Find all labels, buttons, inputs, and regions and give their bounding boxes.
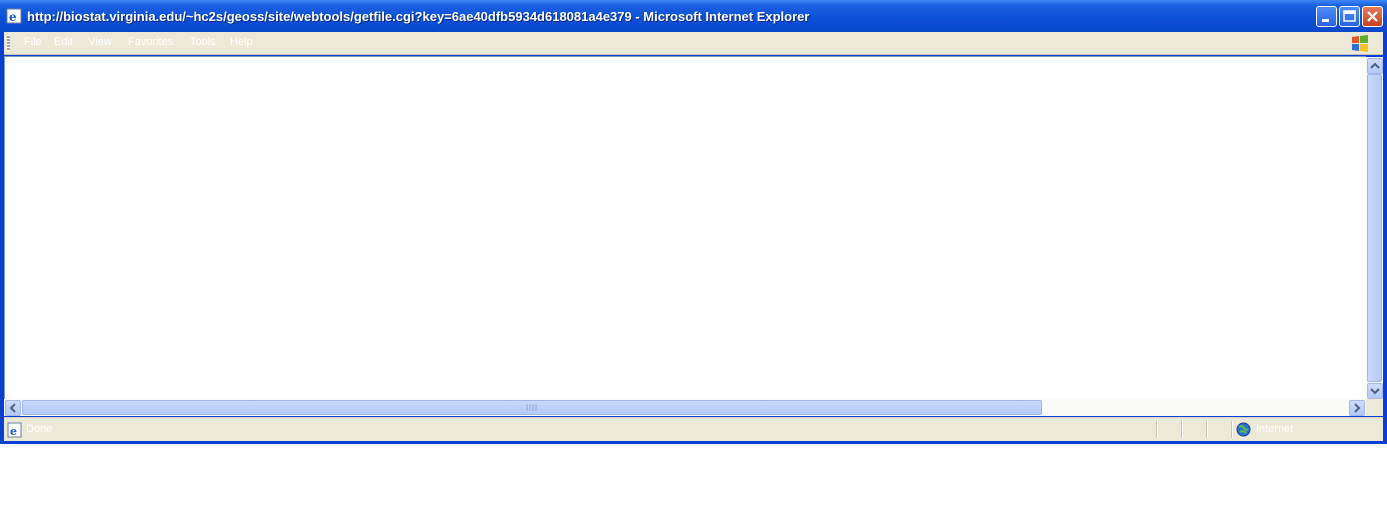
toolbar-grip[interactable] [7,35,10,51]
arrow-down-icon [1370,388,1380,395]
vertical-scrollbar[interactable] [1366,57,1383,399]
minimize-icon [1322,19,1329,22]
arrow-up-icon [1370,62,1380,69]
status-separator [1231,421,1233,438]
page-done-icon: e [7,422,22,438]
svg-text:e: e [10,425,17,438]
vertical-scroll-thumb[interactable] [1367,74,1382,382]
internet-globe-icon [1236,422,1251,437]
arrow-left-icon [9,403,16,413]
security-zone-text: Internet [1256,423,1294,435]
status-separator [1181,421,1183,438]
horizontal-scrollbar[interactable] [4,399,1366,416]
windows-logo-area [1343,32,1379,54]
svg-text:e: e [9,10,17,24]
status-separator [1156,421,1158,438]
windows-flag-icon [1352,35,1368,52]
menu-edit[interactable]: Edit [54,36,73,48]
close-icon [1367,11,1378,22]
scroll-up-button[interactable] [1367,58,1383,74]
status-bar: e Done Internet [4,417,1383,441]
scroll-left-button[interactable] [5,400,21,416]
horizontal-scroll-thumb[interactable] [22,400,1042,415]
minimize-button[interactable] [1316,6,1337,27]
maximize-icon [1343,10,1356,22]
menu-favorites[interactable]: Favorites [128,36,173,48]
menu-view[interactable]: View [88,36,112,48]
scrollbar-corner [1366,399,1383,416]
status-separator [1206,421,1208,438]
arrow-right-icon [1354,403,1361,413]
menu-bar: File Edit View Favorites Tools Help [4,32,1383,55]
menu-help[interactable]: Help [230,36,253,48]
maximize-button[interactable] [1339,6,1360,27]
ie-page-icon: e [6,8,22,24]
title-bar[interactable]: e http://biostat.virginia.edu/~hc2s/geos… [0,0,1387,32]
page-content-area[interactable] [4,56,1366,399]
close-button[interactable] [1362,6,1383,27]
menu-tools[interactable]: Tools [190,36,216,48]
menu-file[interactable]: File [24,36,42,48]
browser-window: e http://biostat.virginia.edu/~hc2s/geos… [0,0,1387,444]
scroll-right-button[interactable] [1349,400,1365,416]
window-title: http://biostat.virginia.edu/~hc2s/geoss/… [27,9,810,24]
grip-icon [526,404,537,411]
status-text: Done [26,423,53,435]
scroll-down-button[interactable] [1367,383,1383,399]
